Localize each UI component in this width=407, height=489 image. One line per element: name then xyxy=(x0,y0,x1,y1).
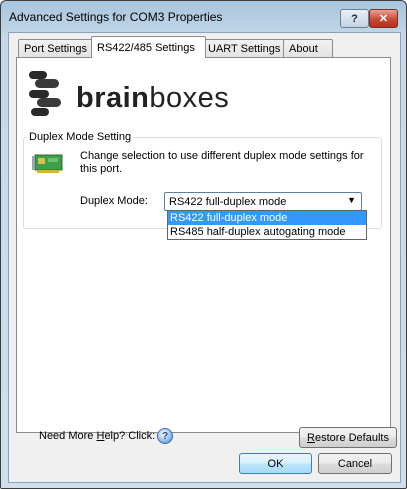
close-icon: ✕ xyxy=(378,13,389,25)
tab-uart-settings[interactable]: UART Settings xyxy=(202,39,289,57)
title-help-button[interactable]: ? xyxy=(340,9,369,28)
group-title: Duplex Mode Setting xyxy=(27,131,134,143)
cancel-button[interactable]: Cancel xyxy=(318,453,392,474)
duplex-mode-value: RS422 full-duplex mode xyxy=(169,196,287,208)
need-more-help-text: Need More Help? Click: xyxy=(39,430,156,442)
network-card-icon xyxy=(32,154,63,173)
tab-about[interactable]: About xyxy=(283,39,333,57)
tab-rs422-485-settings[interactable]: RS422/485 Settings xyxy=(91,36,206,58)
title-bar[interactable]: Advanced Settings for COM3 Properties ? … xyxy=(1,1,406,31)
dropdown-option-rs485[interactable]: RS485 half-duplex autogating mode xyxy=(168,225,366,239)
ok-button[interactable]: OK xyxy=(239,453,312,474)
brainboxes-logo: brainboxes xyxy=(27,69,277,119)
dropdown-option-rs422[interactable]: RS422 full-duplex mode xyxy=(168,211,366,225)
duplex-mode-label: Duplex Mode: xyxy=(80,195,148,207)
chevron-down-icon: ▼ xyxy=(347,195,356,205)
logo-wordmark: brainboxes xyxy=(76,82,230,114)
tab-port-settings[interactable]: Port Settings xyxy=(18,39,94,57)
dialog-window: Advanced Settings for COM3 Properties ? … xyxy=(0,0,407,489)
help-icon[interactable]: ? xyxy=(157,428,173,444)
close-button[interactable]: ✕ xyxy=(369,9,398,28)
duplex-mode-dropdown-list: RS422 full-duplex mode RS485 half-duplex… xyxy=(167,210,367,240)
tab-panel: brainboxes Duplex Mode Setting Change se… xyxy=(16,57,397,448)
dialog-client-area: Port Settings RS422/485 Settings UART Se… xyxy=(8,32,401,483)
logo-mark-icon xyxy=(29,71,61,116)
restore-defaults-button[interactable]: Restore Defaults xyxy=(299,427,397,448)
duplex-mode-select[interactable]: RS422 full-duplex mode ▼ xyxy=(164,192,362,211)
duplex-description: Change selection to use different duplex… xyxy=(80,150,364,175)
window-title: Advanced Settings for COM3 Properties xyxy=(9,10,223,24)
